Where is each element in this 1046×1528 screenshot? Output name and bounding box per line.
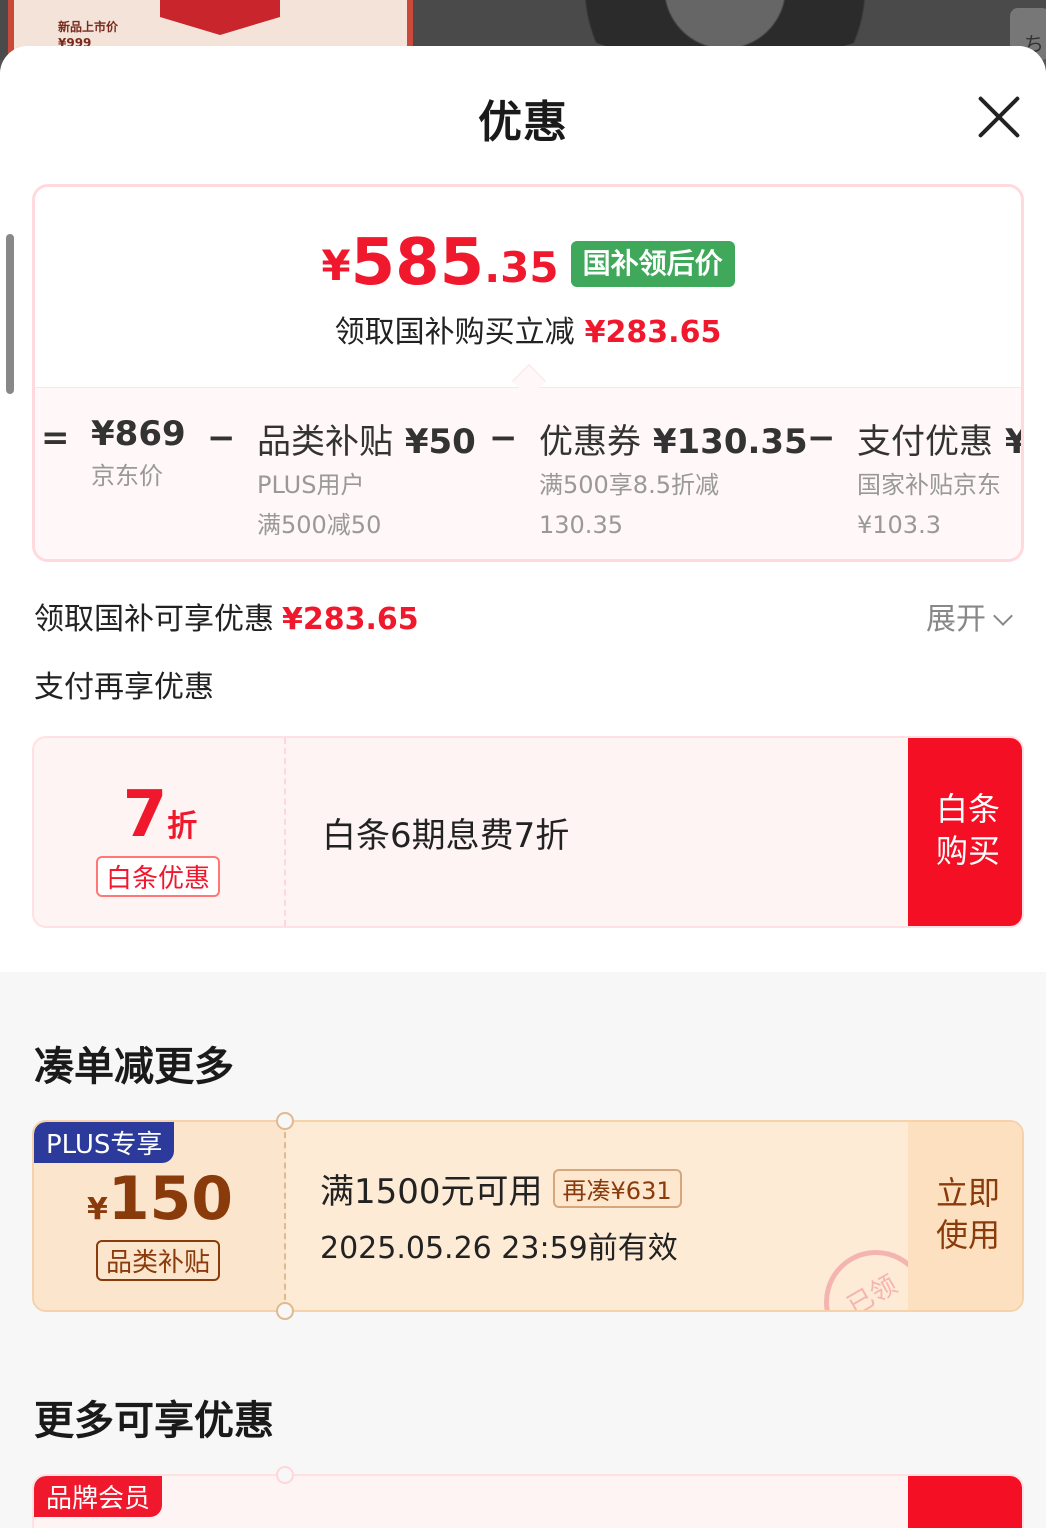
use-button-line2: 使用 <box>935 1216 1000 1254</box>
baitiao-buy-button[interactable]: 白条 购买 <box>908 738 1022 926</box>
price-summary-card: ¥ 585 .35 国补领后价 领取国补购买立减 ¥283.65 = ¥869 京… <box>32 184 1024 562</box>
breakdown-note: 国家补贴京东 <box>857 471 1001 499</box>
baitiao-discount-value: 7 <box>122 778 168 852</box>
expand-label: 展开 <box>926 602 986 637</box>
expand-button[interactable]: 展开 <box>926 594 1013 638</box>
breakdown-item: 支付优惠 ¥ 国家补贴京东 ¥103.3 <box>857 414 1021 543</box>
baitiao-left: 7折 白条优惠 <box>34 738 286 926</box>
discount-sheet: 优惠 ¥ 585 .35 国补领后价 领取国补购买立减 ¥283.65 = ¥86… <box>0 46 1046 1528</box>
brand-offer-card[interactable]: 品牌会员 <box>32 1474 1024 1528</box>
breakdown-item: 品类补贴 ¥50 PLUS用户 满500减50 <box>257 414 476 543</box>
chevron-down-icon <box>993 606 1013 626</box>
breakdown-note: 130.35 <box>539 511 623 539</box>
breakdown-value: ¥50 <box>404 422 476 462</box>
more-section-title: 更多可享优惠 <box>34 1398 274 1444</box>
use-button-line1: 立即 <box>935 1174 1000 1212</box>
baitiao-badge: 白条优惠 <box>96 856 221 897</box>
price-tag: 国补领后价 <box>570 241 735 287</box>
guobu-amount: ¥283.65 <box>282 602 419 637</box>
coupon-condition-row: 满1500元可用 再凑¥631 <box>320 1164 682 1213</box>
close-icon[interactable] <box>976 94 1022 140</box>
baitiao-discount-unit: 折 <box>167 809 198 844</box>
coupon-more-needed: 再凑¥631 <box>552 1169 682 1208</box>
promo-text: 新品上市价 <box>58 20 119 34</box>
breakdown-note: 满500减50 <box>257 511 382 539</box>
breakdown-amount: 优惠券 ¥130.35 <box>539 414 808 463</box>
breakdown-item: 优惠券 ¥130.35 满500享8.5折减 130.35 <box>539 414 808 543</box>
price-head: ¥ 585 .35 国补领后价 领取国补购买立减 ¥283.65 <box>35 187 1021 387</box>
breakdown-note: PLUS用户 <box>257 471 365 499</box>
ticket-notch <box>276 1302 294 1320</box>
coupon-card[interactable]: PLUS专享 ¥150 品类补贴 满1500元可用 再凑¥631 2025.05… <box>32 1120 1024 1312</box>
scrollbar[interactable] <box>6 234 14 394</box>
breakdown-name: 支付优惠 <box>857 422 993 462</box>
price-decimal: .35 <box>484 243 559 292</box>
price-subtitle-amount: ¥283.65 <box>584 315 722 350</box>
breakdown-amount: ¥869 <box>91 414 186 454</box>
breakdown-item: ¥869 京东价 <box>91 414 186 494</box>
breakdown-note: ¥103.3 <box>857 511 941 539</box>
price-subtitle: 领取国补购买立减 ¥283.65 <box>35 307 1021 351</box>
minus-sign: − <box>489 418 518 458</box>
breakdown-note: 满500享8.5折减 <box>539 471 719 499</box>
price-breakdown[interactable]: = ¥869 京东价 − 品类补贴 ¥50 PLUS用户 满500减50 − 优… <box>35 387 1021 559</box>
use-now-button[interactable]: 立即 使用 <box>908 1122 1022 1310</box>
brand-action-button[interactable] <box>908 1476 1022 1528</box>
baitiao-discount: 7折 <box>34 778 286 852</box>
final-price: ¥ 585 .35 国补领后价 <box>35 231 1021 295</box>
coupon-left: PLUS专享 ¥150 品类补贴 <box>34 1122 286 1310</box>
coupon-tag: PLUS专享 <box>34 1122 175 1163</box>
coupon-details: 满1500元可用 再凑¥631 2025.05.26 23:59前有效 <box>320 1164 682 1267</box>
brand-tag: 品牌会员 <box>34 1476 163 1517</box>
pay-discount-heading: 支付再享优惠 <box>34 670 214 705</box>
breakdown-name: 优惠券 <box>539 422 641 462</box>
coupon-currency: ¥ <box>86 1192 108 1227</box>
breakdown-amount: 品类补贴 ¥50 <box>257 414 476 463</box>
breakdown-value: ¥ <box>1005 422 1021 462</box>
coupon-badge: 品类补贴 <box>96 1240 221 1281</box>
price-integer: 585 <box>350 226 485 300</box>
ticket-notch <box>276 1112 294 1130</box>
equals-sign: = <box>41 418 70 458</box>
minus-sign: − <box>207 418 236 458</box>
coupon-validity: 2025.05.26 23:59前有效 <box>320 1231 678 1266</box>
breakdown-label: 京东价 <box>91 462 163 490</box>
minus-sign: − <box>807 418 836 458</box>
breakdown-name: 品类补贴 <box>257 422 393 462</box>
baitiao-offer-card[interactable]: 7折 白条优惠 白条6期息费7折 白条 购买 <box>32 736 1024 928</box>
breakdown-amount: 支付优惠 ¥ <box>857 414 1021 463</box>
baitiao-button-line2: 购买 <box>935 832 1000 870</box>
baitiao-description: 白条6期息费7折 <box>322 816 570 856</box>
guobu-discount-row: 领取国补可享优惠 ¥283.65 <box>34 594 419 638</box>
coupon-condition: 满1500元可用 <box>320 1172 543 1212</box>
guobu-label: 领取国补可享优惠 <box>34 602 274 637</box>
breakdown-value: ¥130.35 <box>652 422 808 462</box>
ticket-notch <box>276 1466 294 1484</box>
baitiao-button-line1: 白条 <box>935 790 1000 828</box>
price-currency: ¥ <box>321 241 351 290</box>
sheet-title: 优惠 <box>478 97 568 148</box>
coupon-value: 150 <box>107 1164 234 1234</box>
price-subtitle-text: 领取国补购买立减 <box>334 315 575 350</box>
coupon-amount: ¥150 <box>34 1164 286 1234</box>
bundle-section-title: 凑单减更多 <box>34 1044 234 1090</box>
